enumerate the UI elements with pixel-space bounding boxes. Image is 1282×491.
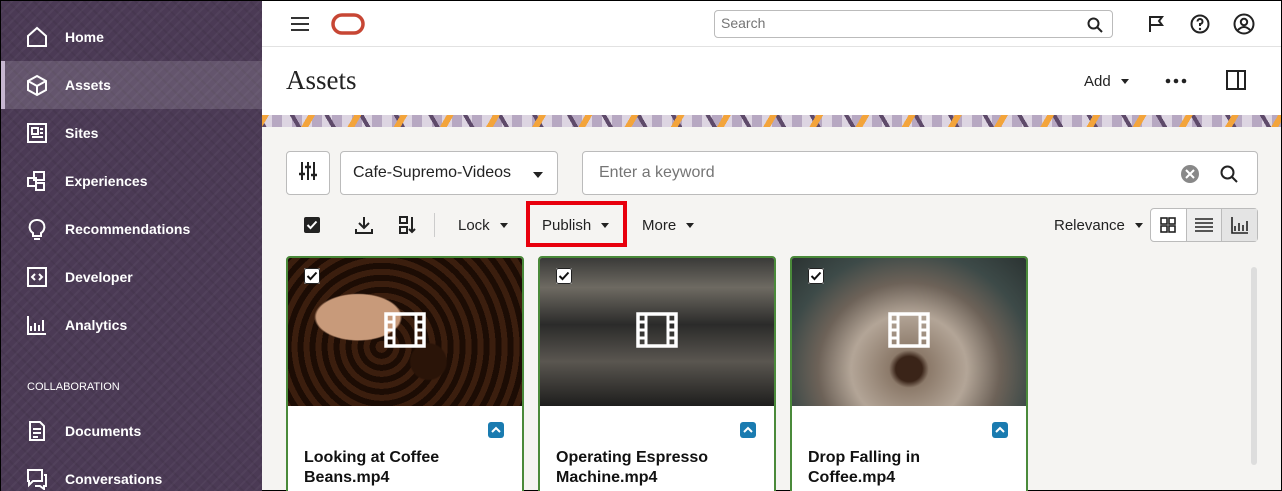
chevron-down-icon <box>686 222 695 228</box>
search-icon[interactable] <box>1086 16 1104 34</box>
publish-button[interactable]: Publish <box>542 209 610 241</box>
home-icon <box>25 25 49 49</box>
publish-button-label: Publish <box>542 216 592 234</box>
hamburger-menu-icon[interactable] <box>288 12 312 36</box>
add-button[interactable]: Add <box>1084 65 1129 97</box>
sidebar-item-recommendations[interactable]: Recommendations <box>1 205 262 253</box>
page-header: Assets Add <box>262 47 1281 115</box>
more-button-label: More <box>642 216 677 234</box>
sidebar-item-label: Sites <box>65 125 99 141</box>
sidebar-item-conversations[interactable]: Conversations <box>1 455 262 491</box>
add-button-label: Add <box>1084 72 1111 90</box>
lightbulb-icon <box>25 217 49 241</box>
sidebar-item-label: Recommendations <box>65 221 191 237</box>
filter-panel-button[interactable] <box>286 151 330 195</box>
sidebar-item-documents[interactable]: Documents <box>1 407 262 455</box>
card-title: Drop Falling in Coffee.mp4 <box>808 449 920 486</box>
sidebar-item-label: Home <box>65 29 104 45</box>
conversation-icon <box>25 467 49 491</box>
expand-icon[interactable] <box>992 422 1008 438</box>
section-heading-collaboration: COLLABORATION <box>27 381 120 393</box>
grid-view-icon[interactable] <box>1151 209 1187 241</box>
lock-button[interactable]: Lock <box>458 209 508 241</box>
asset-card[interactable]: Drop Falling in Coffee.mp4 <box>790 256 1028 491</box>
assets-main-panel: Cafe-Supremo-Videos Lock Publish More Re… <box>262 127 1281 491</box>
download-icon[interactable] <box>354 215 374 235</box>
side-panel-icon[interactable] <box>1224 68 1248 92</box>
document-icon <box>25 419 49 443</box>
sidebar-item-label: Experiences <box>65 173 148 189</box>
chevron-down-icon <box>533 172 543 178</box>
sidebar-item-experiences[interactable]: Experiences <box>1 157 262 205</box>
repository-select[interactable]: Cafe-Supremo-Videos <box>340 151 558 195</box>
scrollbar[interactable] <box>1251 267 1257 465</box>
experiences-icon <box>25 169 49 193</box>
analytics-view-icon[interactable] <box>1222 209 1258 241</box>
chart-icon <box>25 313 49 337</box>
sidebar-item-developer[interactable]: Developer <box>1 253 262 301</box>
help-icon[interactable] <box>1188 12 1212 36</box>
asset-card[interactable]: Looking at Coffee Beans.mp4 <box>286 256 524 491</box>
list-view-icon[interactable] <box>1186 209 1223 241</box>
oracle-logo[interactable] <box>330 12 366 36</box>
view-mode-group <box>1150 208 1258 242</box>
clear-icon[interactable] <box>1181 165 1199 183</box>
cube-icon <box>25 73 49 97</box>
chevron-down-icon <box>1134 222 1143 228</box>
decorative-banner <box>262 115 1281 127</box>
sidebar-item-label: Conversations <box>65 471 163 487</box>
global-search <box>714 10 1113 38</box>
card-title: Operating Espresso Machine.mp4 <box>556 449 709 486</box>
chevron-down-icon <box>1120 78 1129 84</box>
user-avatar-icon[interactable] <box>1232 12 1256 36</box>
sort-select[interactable]: Relevance <box>1054 209 1143 241</box>
sidebar-item-label: Developer <box>65 269 133 285</box>
page-title: Assets <box>286 65 357 95</box>
video-icon <box>888 312 930 353</box>
repository-select-value: Cafe-Supremo-Videos <box>353 164 512 181</box>
keyword-input[interactable] <box>599 164 1159 182</box>
code-icon <box>25 265 49 289</box>
sidebar: Home Assets Sites Experiences Recommenda… <box>1 1 262 491</box>
card-checkbox[interactable] <box>556 268 572 284</box>
video-icon <box>384 312 426 353</box>
chevron-down-icon <box>601 222 610 228</box>
search-input[interactable] <box>721 15 1081 31</box>
sliders-icon <box>298 161 318 186</box>
sidebar-item-assets[interactable]: Assets <box>1 61 262 109</box>
card-checkbox[interactable] <box>808 268 824 284</box>
sidebar-item-label: Assets <box>65 77 111 93</box>
chevron-down-icon <box>499 222 508 228</box>
sidebar-item-label: Documents <box>65 423 142 439</box>
select-all-checkbox[interactable] <box>304 217 320 233</box>
sidebar-item-home[interactable]: Home <box>1 13 262 61</box>
top-bar <box>262 1 1281 47</box>
search-icon[interactable] <box>1219 164 1239 184</box>
video-icon <box>636 312 678 353</box>
toolbar-divider <box>434 213 435 237</box>
sidebar-item-label: Analytics <box>65 317 128 333</box>
lock-button-label: Lock <box>458 216 490 234</box>
sort-select-label: Relevance <box>1054 216 1125 234</box>
bulk-edit-icon[interactable] <box>398 215 418 235</box>
expand-icon[interactable] <box>488 422 504 438</box>
sidebar-item-analytics[interactable]: Analytics <box>1 301 262 349</box>
expand-icon[interactable] <box>740 422 756 438</box>
asset-card[interactable]: Operating Espresso Machine.mp4 <box>538 256 776 491</box>
sites-icon <box>25 121 49 145</box>
keyword-search <box>582 151 1258 195</box>
flag-icon[interactable] <box>1144 12 1168 36</box>
card-checkbox[interactable] <box>304 268 320 284</box>
more-button[interactable]: More <box>642 209 695 241</box>
more-options-icon[interactable] <box>1162 69 1190 93</box>
sidebar-item-sites[interactable]: Sites <box>1 109 262 157</box>
card-title: Looking at Coffee Beans.mp4 <box>304 449 440 486</box>
